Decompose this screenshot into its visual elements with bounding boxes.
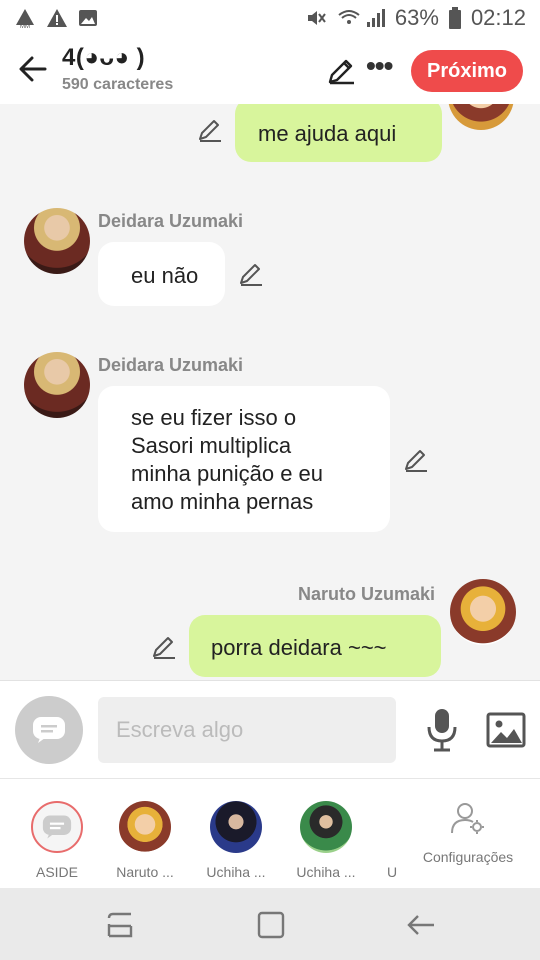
user-settings-icon [451,803,484,834]
message-bubble[interactable]: eu não [98,242,225,306]
status-left-icons: MM [14,7,98,29]
character-uchiha-1[interactable]: Uchiha ... [196,801,276,880]
settings-button[interactable]: Configurações [416,801,520,865]
arrow-left-icon [19,56,47,82]
svg-text:MM: MM [20,24,30,29]
edit-message-icon[interactable] [238,261,264,287]
message-text: eu não [131,263,199,288]
home-icon[interactable] [256,910,286,940]
avatar[interactable] [24,352,90,418]
mm-warning-icon: MM [16,9,34,29]
character-label: Uchiha ... [206,864,266,880]
recent-apps-icon[interactable] [105,910,135,940]
title-block: 4(◕ᴗ◕ ) 590 caracteres [62,44,173,94]
chat-bubble-icon [33,717,65,743]
aside-avatar [31,801,83,853]
character-partial[interactable]: U [382,801,402,880]
edit-message-icon[interactable] [151,634,177,660]
back-button[interactable] [16,52,50,86]
edit-message-icon[interactable] [403,447,429,473]
wifi-signal-icon [338,9,385,27]
chat-header: 4(◕ᴗ◕ ) 590 caracteres ••• Próximo [0,36,540,104]
avatar [210,801,262,853]
sender-name: Naruto Uzumaki [298,584,436,604]
mute-icon [307,11,326,25]
message-line: se eu fizer isso o [131,405,297,430]
message-line: Sasori multiplica [131,433,292,458]
settings-label: Configurações [422,849,514,865]
image-notification-icon [79,10,97,26]
character-selector: ASIDE Naruto ... Uchiha ... Uchiha ... U… [0,778,540,888]
avatar [300,801,352,853]
page-title: 4(◕ᴗ◕ ) [62,44,146,71]
system-nav-bar [0,888,540,960]
character-aside[interactable]: ASIDE [17,801,97,880]
character-count: 590 caracteres [62,76,174,93]
character-uchiha-2[interactable]: Uchiha ... [286,801,366,880]
more-options-button[interactable]: ••• [366,50,393,82]
character-label: Uchiha ... [296,864,356,880]
character-label: U [386,864,398,880]
narration-mode-button[interactable] [15,696,83,764]
avatar[interactable] [24,208,90,274]
message-bubble[interactable]: me ajuda aqui [235,104,442,162]
chat-bubble-icon [42,815,72,839]
message-line: minha punição e eu [131,461,324,486]
clock: 02:12 [470,5,526,30]
battery-percent: 63% [394,5,439,30]
avatar[interactable] [448,104,514,130]
composer-bar [0,680,540,778]
message-text: me ajuda aqui [258,121,397,146]
message-input[interactable] [98,697,396,763]
status-bar: MM 63% 02:12 [0,0,540,36]
chat-area[interactable]: me ajuda aqui Deidara Uzumaki eu não Dei… [0,104,540,680]
status-right-icons: 63% 02:12 [305,5,526,31]
sender-name: Deidara Uzumaki [98,211,244,231]
edit-message-icon[interactable] [197,117,223,143]
battery-icon [448,7,461,29]
message-text: porra deidara ~~~ [211,635,387,660]
microphone-icon[interactable] [424,707,460,753]
warning-icon [47,9,67,27]
next-button[interactable]: Próximo [411,50,523,92]
character-label: ASIDE [35,864,78,880]
message-bubble[interactable]: porra deidara ~~~ [189,615,441,677]
message-bubble[interactable]: se eu fizer isso o Sasori multiplica min… [98,386,390,532]
avatar[interactable] [450,579,516,645]
message-line: amo minha pernas [131,489,314,514]
sender-name: Deidara Uzumaki [98,355,244,375]
edit-pencil-icon[interactable] [326,56,356,86]
character-label: Naruto ... [116,864,174,880]
character-naruto[interactable]: Naruto ... [105,801,185,880]
image-upload-icon[interactable] [486,711,526,749]
nav-back-icon[interactable] [406,910,436,940]
avatar [119,801,171,853]
